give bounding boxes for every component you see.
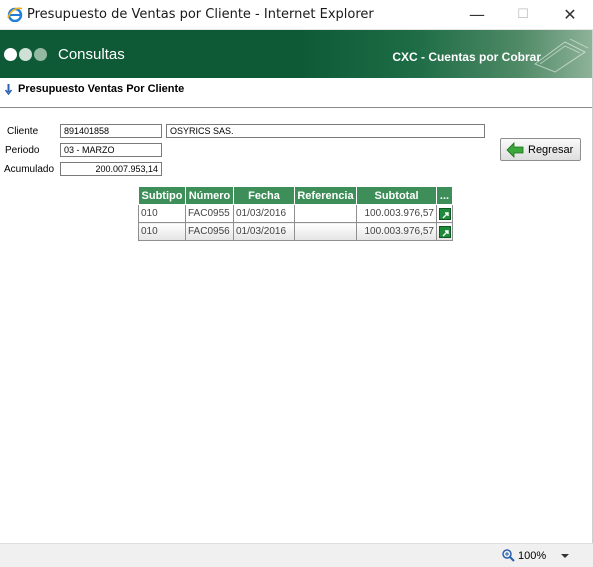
acumulado-label: Acumulado (4, 164, 55, 175)
window-titlebar: Presupuesto de Ventas por Cliente - Inte… (0, 0, 593, 30)
cell-referencia (294, 222, 357, 241)
heading-divider (0, 107, 593, 108)
cell-action (436, 204, 453, 223)
cell-subtotal: 100.003.976,57 (356, 204, 437, 223)
back-arrow-icon (506, 142, 524, 158)
app-header-banner: Consultas CXC - Cuentas por Cobrar (0, 30, 593, 78)
invoices-table: Subtipo Número Fecha Referencia Subtotal… (138, 186, 453, 241)
cliente-name-field[interactable]: OSYRICS SAS. (166, 124, 485, 138)
internet-explorer-icon (7, 7, 23, 22)
cell-fecha: 01/03/2016 (233, 222, 295, 241)
close-button[interactable]: ✕ (547, 0, 593, 30)
banner-dot-icon (4, 48, 17, 61)
open-link-icon[interactable] (438, 207, 451, 220)
status-bar: 100% (0, 543, 593, 567)
open-link-icon[interactable] (438, 225, 451, 238)
acumulado-field[interactable]: 200.007.953,14 (60, 162, 162, 176)
banner-dot-icon (34, 48, 47, 61)
column-header-numero[interactable]: Número (185, 186, 234, 205)
regresar-label: Regresar (528, 144, 574, 156)
window-title: Presupuesto de Ventas por Cliente - Inte… (27, 7, 374, 22)
cell-numero: FAC0955 (185, 204, 234, 223)
column-header-fecha[interactable]: Fecha (233, 186, 295, 205)
module-title: CXC - Cuentas por Cobrar (392, 50, 541, 64)
page-title: Presupuesto Ventas Por Cliente (18, 83, 185, 95)
cell-referencia (294, 204, 357, 223)
cell-subtipo: 010 (138, 204, 186, 223)
maximize-button[interactable]: ☐ (500, 0, 546, 30)
column-header-subtipo[interactable]: Subtipo (138, 186, 186, 205)
minimize-button[interactable]: — (454, 0, 500, 30)
chevron-down-icon[interactable] (561, 554, 569, 558)
section-title: Consultas (58, 46, 125, 63)
cell-numero: FAC0956 (185, 222, 234, 241)
cell-fecha: 01/03/2016 (233, 204, 295, 223)
column-header-subtotal[interactable]: Subtotal (356, 186, 437, 205)
cell-subtipo: 010 (138, 222, 186, 241)
zoom-icon[interactable] (502, 549, 515, 562)
cell-action (436, 222, 453, 241)
periodo-label: Periodo (5, 145, 40, 156)
table-header-row: Subtipo Número Fecha Referencia Subtotal… (138, 186, 453, 205)
regresar-button[interactable]: Regresar (500, 138, 581, 161)
column-header-actions: ... (436, 186, 453, 205)
table-row: 010 FAC0955 01/03/2016 100.003.976,57 (138, 204, 453, 223)
banner-dot-icon (19, 48, 32, 61)
table-row: 010 FAC0956 01/03/2016 100.003.976,57 (138, 222, 453, 241)
zoom-level[interactable]: 100% (518, 550, 546, 562)
cliente-code-field[interactable]: 891401858 (60, 124, 162, 138)
column-header-referencia[interactable]: Referencia (294, 186, 357, 205)
info-icon (4, 84, 13, 95)
cliente-label: Cliente (7, 126, 39, 137)
cell-subtotal: 100.003.976,57 (356, 222, 437, 241)
periodo-field[interactable]: 03 - MARZO (60, 143, 162, 157)
